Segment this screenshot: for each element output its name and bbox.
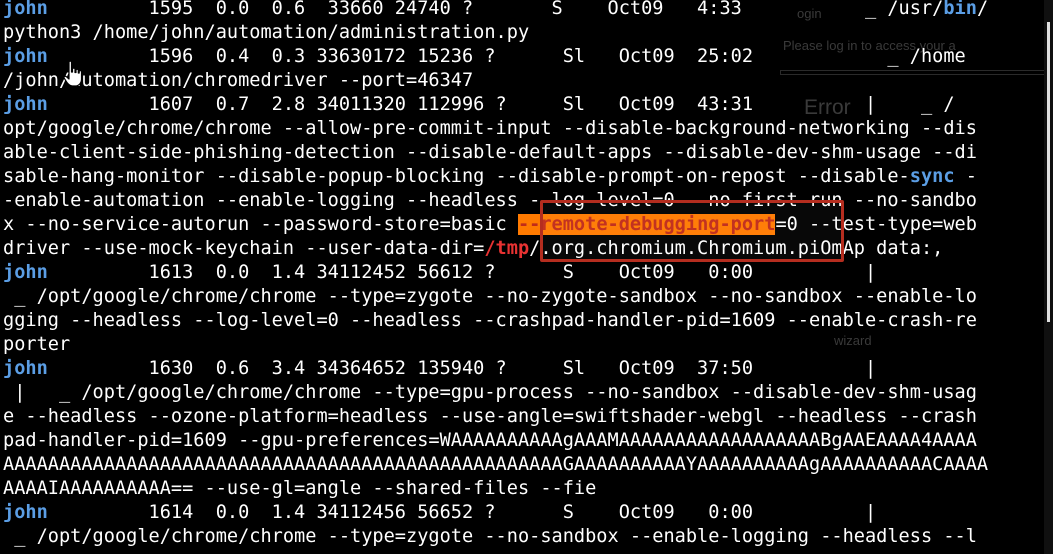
terminal-line: gging --headless --log-level=0 --headles… (3, 309, 977, 333)
bg-wizard-label: wizard (834, 333, 872, 348)
line-text: gging --headless --log-level=0 --headles… (3, 310, 977, 331)
hand-cursor-icon (63, 60, 83, 87)
terminal-line: _ /opt/google/chrome/chrome --type=zygot… (3, 525, 977, 549)
line-text: pad-handler-pid=1609 --gpu-preferences=W… (3, 430, 977, 451)
highlight-box (540, 200, 844, 262)
process-user: john (3, 46, 48, 67)
line-text: x --no-service-autorun --password-store=… (3, 214, 518, 235)
line-text: | _ /opt/google/chrome/chrome --type=gpu… (3, 382, 977, 403)
terminal-line: john 1614 0.0 1.4 34112456 56652 ? S Oct… (3, 501, 876, 525)
scrollbar[interactable] (1044, 0, 1053, 554)
bg-dialog-frame (780, 70, 1047, 75)
line-text: 1595 0.0 0.6 33660 24740 ? S Oct09 4:33 … (47, 0, 944, 19)
process-user: john (3, 358, 48, 379)
line-text: - (954, 166, 977, 187)
scrollbar-thumb[interactable] (1047, 22, 1050, 322)
terminal-line: AAAAAAAAAAAAAAAAAAAAAAAAAAAAAAAAAAAAAAAA… (3, 453, 988, 477)
sync-keyword: sync (909, 166, 955, 187)
terminal-line: python3 /home/john/automation/administra… (3, 21, 529, 45)
line-text: AAAAIAAAAAAAAAA== --use-gl=angle --share… (3, 478, 597, 499)
terminal-line: sable-hang-monitor --disable-popup-block… (3, 165, 977, 189)
terminal-line: porter (3, 333, 70, 357)
line-text: 1630 0.6 3.4 34364652 135940 ? Sl Oct09 … (47, 358, 877, 379)
process-user: john (3, 262, 48, 283)
terminal-line: opt/google/chrome/chrome --allow-pre-com… (3, 117, 977, 141)
line-text: _ /opt/google/chrome/chrome --type=zygot… (3, 286, 977, 307)
line-text: driver --use-mock-keychain --user-data-d… (3, 238, 485, 259)
line-text: / (976, 0, 989, 19)
line-text: python3 /home/john/automation/administra… (3, 22, 530, 43)
line-text: 1607 0.7 2.8 34011320 112996 ? Sl Oct09 … (47, 94, 955, 115)
terminal-window[interactable]: ogin Please log in to access your a Erro… (0, 0, 1053, 554)
line-text: AAAAAAAAAAAAAAAAAAAAAAAAAAAAAAAAAAAAAAAA… (3, 454, 989, 475)
line-text: opt/google/chrome/chrome --allow-pre-com… (3, 118, 977, 139)
line-text: e --headless --ozone-platform=headless -… (3, 406, 977, 427)
process-user: john (3, 0, 48, 19)
terminal-line: john 1630 0.6 3.4 34364652 135940 ? Sl O… (3, 357, 876, 381)
terminal-line: pad-handler-pid=1609 --gpu-preferences=W… (3, 429, 977, 453)
terminal-line: john 1613 0.0 1.4 34112452 56612 ? S Oct… (3, 261, 876, 285)
line-text: 1596 0.4 0.3 33630172 15236 ? Sl Oct09 2… (47, 46, 966, 67)
line-text: able-client-side-phishing-detection --di… (3, 142, 977, 163)
process-user: john (3, 502, 48, 523)
line-text: _ /opt/google/chrome/chrome --type=zygot… (3, 526, 977, 547)
line-text: 1614 0.0 1.4 34112456 56652 ? S Oct09 0:… (47, 502, 877, 523)
process-user: bin (943, 0, 977, 19)
line-text: porter (3, 334, 71, 355)
terminal-line: e --headless --ozone-platform=headless -… (3, 405, 977, 429)
terminal-line: john 1595 0.0 0.6 33660 24740 ? S Oct09 … (3, 0, 988, 21)
terminal-line: AAAAIAAAAAAAAAA== --use-gl=angle --share… (3, 477, 596, 501)
process-user: john (3, 94, 48, 115)
terminal-line: able-client-side-phishing-detection --di… (3, 141, 977, 165)
tmp-path: /tmp (484, 238, 530, 259)
terminal-line: john 1596 0.4 0.3 33630172 15236 ? Sl Oc… (3, 45, 966, 69)
terminal-line: _ /opt/google/chrome/chrome --type=zygot… (3, 285, 977, 309)
terminal-line: | _ /opt/google/chrome/chrome --type=gpu… (3, 381, 977, 405)
line-text: 1613 0.0 1.4 34112452 56612 ? S Oct09 0:… (47, 262, 877, 283)
line-text: sable-hang-monitor --disable-popup-block… (3, 166, 910, 187)
terminal-line: john 1607 0.7 2.8 34011320 112996 ? Sl O… (3, 93, 955, 117)
